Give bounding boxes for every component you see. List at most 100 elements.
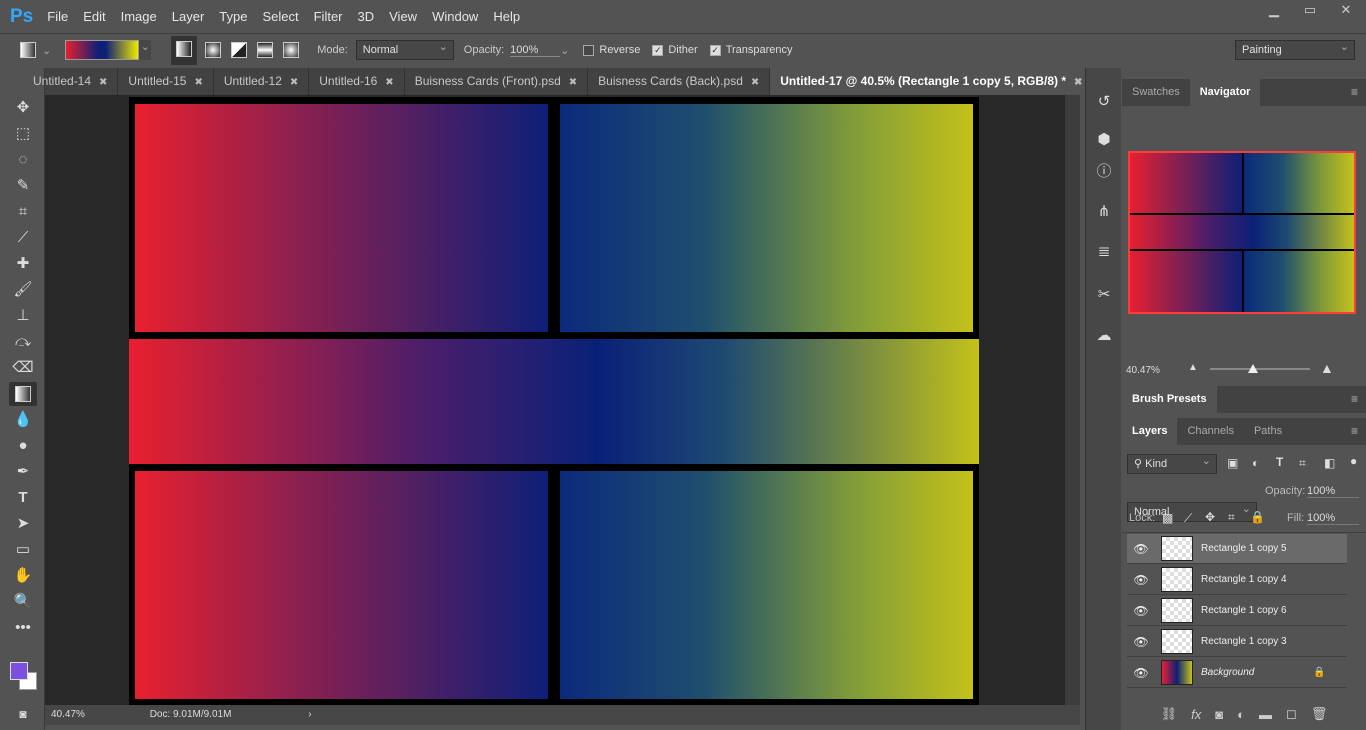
type-tool-icon[interactable]: T <box>9 486 37 510</box>
status-arrow-icon[interactable]: › <box>308 709 311 720</box>
visibility-eye-icon[interactable]: 👁 <box>1127 604 1155 618</box>
tab-untitled-12[interactable]: Untitled-12 ✖ <box>214 68 310 95</box>
lock-position-icon[interactable]: ✥ <box>1205 510 1215 524</box>
tab-brush-presets[interactable]: Brush Presets <box>1122 386 1217 413</box>
layer-row[interactable]: 👁 Background 🔒 <box>1127 658 1347 688</box>
gradient-tool-preset-icon[interactable] <box>20 42 36 58</box>
opacity-input[interactable]: 100% <box>510 44 561 57</box>
fill-input[interactable]: 100% <box>1307 512 1359 525</box>
diamond-gradient-button[interactable] <box>283 42 300 58</box>
menu-view[interactable]: View <box>389 9 417 24</box>
path-select-tool-icon[interactable]: ➤ <box>9 512 37 536</box>
menu-type[interactable]: Type <box>219 9 247 24</box>
panel-menu-icon[interactable]: ≡ <box>1351 386 1358 413</box>
close-tab-icon[interactable]: ✖ <box>99 77 107 88</box>
history-brush-tool-icon[interactable]: ⤼ <box>9 330 37 354</box>
tab-untitled-17[interactable]: Untitled-17 @ 40.5% (Rectangle 1 copy 5,… <box>770 68 1094 95</box>
layer-row[interactable]: 👁 Rectangle 1 copy 5 <box>1127 534 1347 564</box>
menu-edit[interactable]: Edit <box>83 9 105 24</box>
menu-window[interactable]: Window <box>432 9 478 24</box>
history-icon[interactable]: ↺ <box>1091 90 1117 114</box>
hand-tool-icon[interactable]: ✋ <box>9 564 37 588</box>
eraser-tool-icon[interactable]: ⌫ <box>9 356 37 380</box>
filter-shape-icon[interactable]: ⌗ <box>1299 456 1306 471</box>
creative-cloud-icon[interactable]: ☁ <box>1091 324 1117 348</box>
clone-source-icon[interactable]: ≣ <box>1091 240 1117 264</box>
filter-smart-object-icon[interactable]: ◧ <box>1324 456 1335 470</box>
navigator-preview[interactable] <box>1128 151 1356 314</box>
linear-gradient-button[interactable] <box>171 35 198 65</box>
close-tab-icon[interactable]: ✖ <box>569 77 577 88</box>
menu-3d[interactable]: 3D <box>358 9 375 24</box>
visibility-eye-icon[interactable]: 👁 <box>1127 635 1155 649</box>
quick-mask-icon[interactable]: ◙ <box>9 702 37 726</box>
pen-tool-icon[interactable]: ✒ <box>9 460 37 484</box>
close-tab-icon[interactable]: ✖ <box>385 77 393 88</box>
layer-opacity-input[interactable]: 100% <box>1307 485 1359 498</box>
tab-paths[interactable]: Paths <box>1244 418 1292 445</box>
restore-icon[interactable]: ▭ <box>1292 0 1328 20</box>
close-tab-icon[interactable]: ✖ <box>290 77 298 88</box>
transparency-checkbox[interactable]: ✓ <box>709 44 721 56</box>
status-zoom[interactable]: 40.47% <box>51 709 85 720</box>
new-group-icon[interactable]: ▬ <box>1259 707 1272 722</box>
radial-gradient-button[interactable] <box>205 42 222 58</box>
tab-channels[interactable]: Channels <box>1177 418 1243 445</box>
filter-toggle[interactable]: ● <box>1350 454 1357 468</box>
link-layers-icon[interactable]: ⛓ <box>1161 706 1178 722</box>
workspace-select[interactable]: Painting <box>1235 38 1355 60</box>
eyedropper-tool-icon[interactable]: ⟋ <box>9 226 37 250</box>
visibility-eye-icon[interactable]: 👁 <box>1127 542 1155 556</box>
tab-untitled-15[interactable]: Untitled-15 ✖ <box>118 68 214 95</box>
lock-transparent-icon[interactable]: ▩ <box>1162 511 1173 525</box>
add-mask-icon[interactable]: ◙ <box>1215 707 1223 722</box>
gradient-tool-icon[interactable] <box>9 382 37 406</box>
lasso-tool-icon[interactable]: ◌ <box>9 148 37 172</box>
tab-untitled-14[interactable]: Untitled-14 ✖ <box>33 68 119 95</box>
dither-checkbox[interactable]: ✓ <box>652 44 664 56</box>
menu-select[interactable]: Select <box>262 9 298 24</box>
healing-tool-icon[interactable]: ✚ <box>9 252 37 276</box>
zoom-tool-icon[interactable]: 🔍 <box>9 590 37 614</box>
menu-help[interactable]: Help <box>493 9 520 24</box>
zoom-slider-handle[interactable] <box>1248 364 1258 373</box>
more-tools-icon[interactable]: ••• <box>9 616 37 640</box>
tab-navigator[interactable]: Navigator <box>1189 79 1261 106</box>
stamp-tool-icon[interactable]: ⊥ <box>9 304 37 328</box>
filter-type-icon[interactable]: T <box>1276 455 1283 469</box>
menu-image[interactable]: Image <box>121 9 157 24</box>
layer-row[interactable]: 👁 Rectangle 1 copy 3 <box>1127 627 1347 657</box>
lock-all-icon[interactable]: 🔒 <box>1250 510 1265 524</box>
menu-layer[interactable]: Layer <box>172 9 205 24</box>
navigator-zoom-slider[interactable] <box>1210 368 1310 370</box>
close-tab-icon[interactable]: ✖ <box>751 77 759 88</box>
filter-adjustment-icon[interactable]: ◐ <box>1252 456 1259 470</box>
menu-file[interactable]: File <box>47 9 68 24</box>
navigator-zoom[interactable]: 40.47% <box>1126 365 1160 376</box>
layer-style-icon[interactable]: fx <box>1191 707 1201 722</box>
zoom-in-icon[interactable]: ▲ <box>1320 360 1334 376</box>
mode-select[interactable]: Normal <box>355 38 454 60</box>
tab-business-cards-front[interactable]: Buisness Cards (Front).psd ✖ <box>405 68 589 95</box>
brush-tool-icon[interactable]: 🖌 <box>9 278 37 302</box>
reverse-checkbox[interactable] <box>583 44 595 56</box>
close-window-icon[interactable]: ✕ <box>1328 0 1364 20</box>
document-canvas[interactable] <box>129 97 979 705</box>
visibility-eye-icon[interactable]: 👁 <box>1127 666 1155 680</box>
dodge-tool-icon[interactable]: ● <box>9 434 37 458</box>
close-tab-icon[interactable]: ✖ <box>194 77 202 88</box>
lock-artboard-icon[interactable]: ⌗ <box>1228 510 1235 525</box>
close-tab-icon[interactable]: ✖ <box>1074 77 1082 88</box>
blur-tool-icon[interactable]: 💧 <box>9 408 37 432</box>
menu-filter[interactable]: Filter <box>314 9 343 24</box>
angle-gradient-button[interactable] <box>231 42 248 58</box>
layer-filter-select[interactable]: ⚲ Kind <box>1127 452 1217 474</box>
reflected-gradient-button[interactable] <box>257 42 274 58</box>
foreground-color-swatch[interactable] <box>10 662 28 680</box>
zoom-out-icon[interactable]: ▲ <box>1188 362 1198 373</box>
layer-row[interactable]: 👁 Rectangle 1 copy 4 <box>1127 565 1347 595</box>
minimize-icon[interactable]: ▁ <box>1256 0 1292 20</box>
rectangle-tool-icon[interactable]: ▭ <box>9 538 37 562</box>
panel-menu-icon[interactable]: ≡ <box>1351 79 1358 106</box>
tab-layers[interactable]: Layers <box>1122 418 1178 445</box>
